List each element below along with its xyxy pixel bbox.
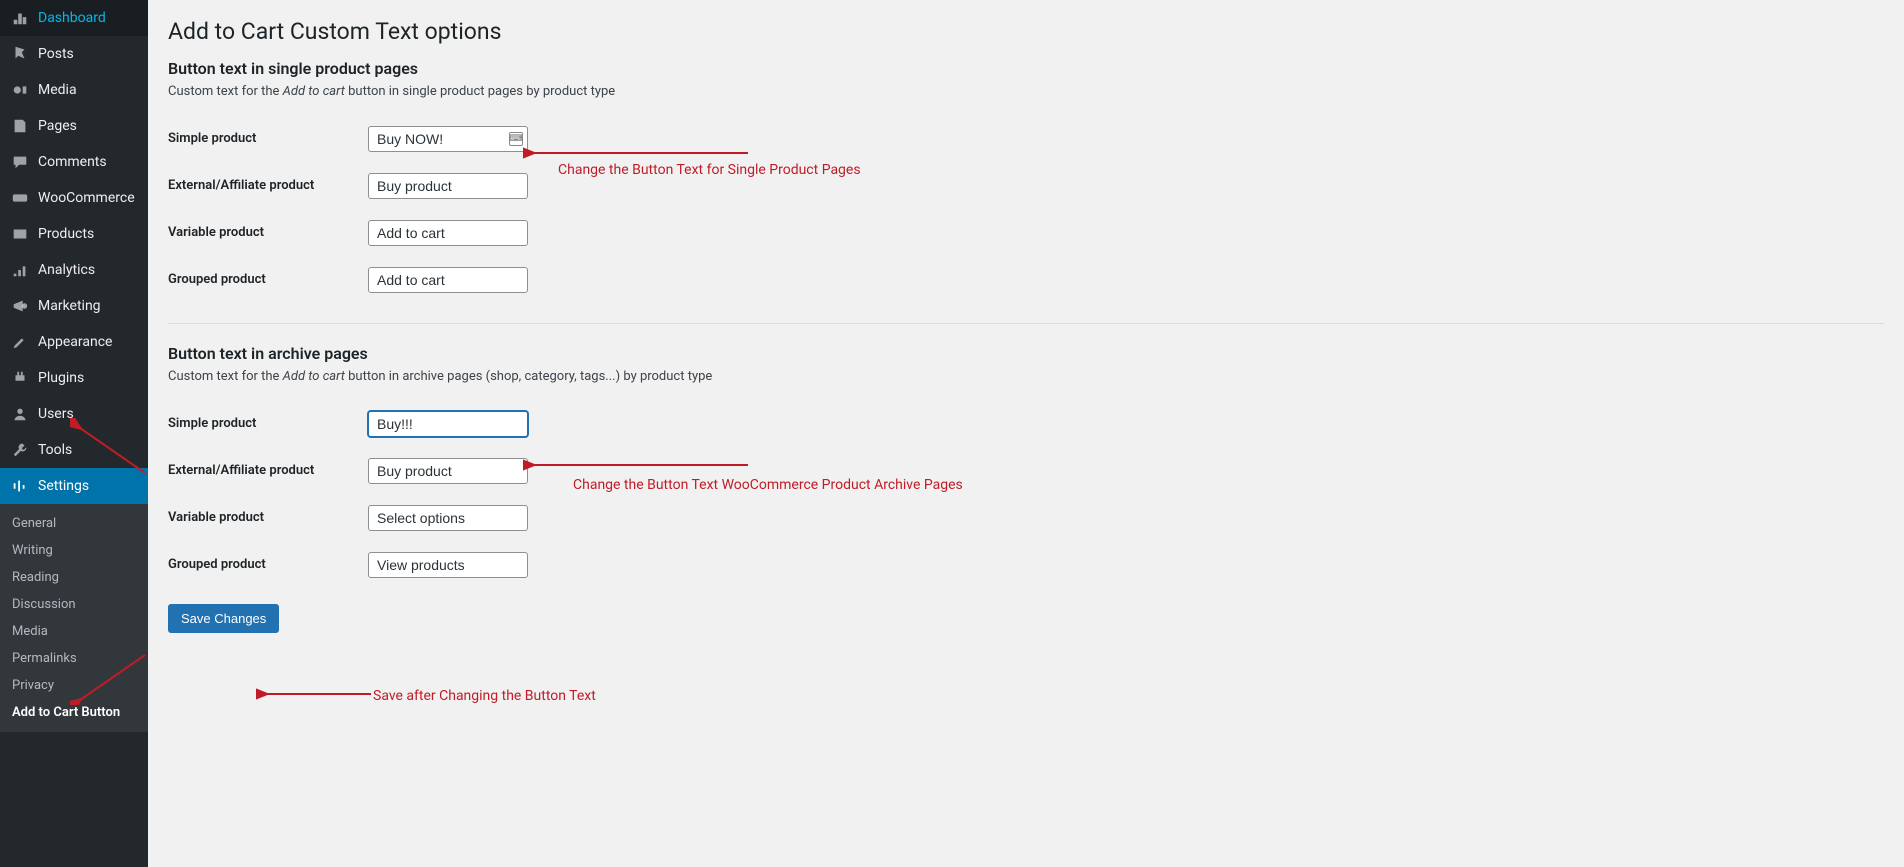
input-archive-variable[interactable] (368, 505, 528, 531)
input-single-simple[interactable] (368, 126, 528, 152)
save-button[interactable]: Save Changes (168, 604, 279, 633)
sidebar-item-pages[interactable]: Pages (0, 108, 148, 144)
menu-label: Posts (38, 46, 74, 62)
plug-icon (10, 368, 30, 388)
menu-label: Marketing (38, 298, 101, 314)
menu-label: Tools (38, 442, 72, 458)
content-area: Add to Cart Custom Text options Button t… (148, 0, 1904, 867)
input-archive-simple[interactable] (368, 411, 528, 437)
menu-label: Products (38, 226, 94, 242)
label-single-grouped: Grouped product (168, 256, 368, 303)
section2-description: Custom text for the Add to cart button i… (168, 369, 1884, 384)
page-title: Add to Cart Custom Text options (168, 18, 1884, 45)
wrench-icon (10, 440, 30, 460)
menu-label: Appearance (38, 334, 112, 350)
submenu-media[interactable]: Media (0, 618, 148, 645)
menu-label: Dashboard (38, 10, 106, 26)
brush-icon (10, 332, 30, 352)
comment-icon (10, 152, 30, 172)
user-icon (10, 404, 30, 424)
annotation-arrow-sidebar-2 (70, 645, 150, 705)
products-icon (10, 224, 30, 244)
annotation-arrow-3 (256, 684, 376, 704)
menu-label: Users (38, 406, 74, 422)
input-single-external[interactable] (368, 173, 528, 199)
menu-label: Comments (38, 154, 107, 170)
settings-icon (10, 476, 30, 496)
annotation-text-1: Change the Button Text for Single Produc… (558, 162, 861, 178)
sidebar-item-analytics[interactable]: Analytics (0, 252, 148, 288)
section1-heading: Button text in single product pages (168, 59, 1884, 78)
sidebar-item-media[interactable]: Media (0, 72, 148, 108)
label-archive-grouped: Grouped product (168, 541, 368, 588)
annotation-text-3: Save after Changing the Button Text (373, 688, 596, 704)
input-single-variable[interactable] (368, 220, 528, 246)
sidebar-item-marketing[interactable]: Marketing (0, 288, 148, 324)
woocommerce-icon (10, 188, 30, 208)
annotation-arrow-1 (523, 143, 753, 163)
input-archive-external[interactable] (368, 458, 528, 484)
sidebar-item-comments[interactable]: Comments (0, 144, 148, 180)
sidebar-item-appearance[interactable]: Appearance (0, 324, 148, 360)
menu-label: Settings (38, 478, 89, 494)
keyboard-icon: ⌨ (509, 132, 523, 146)
section2-heading: Button text in archive pages (168, 344, 1884, 363)
annotation-arrow-2 (523, 455, 753, 475)
page-icon (10, 116, 30, 136)
submenu-writing[interactable]: Writing (0, 537, 148, 564)
label-archive-simple: Simple product (168, 400, 368, 447)
submenu-general[interactable]: General (0, 510, 148, 537)
annotation-arrow-sidebar-1 (70, 418, 150, 478)
sidebar-item-woocommerce[interactable]: WooCommerce (0, 180, 148, 216)
submenu-reading[interactable]: Reading (0, 564, 148, 591)
menu-label: Media (38, 82, 77, 98)
megaphone-icon (10, 296, 30, 316)
sidebar-item-dashboard[interactable]: Dashboard (0, 0, 148, 36)
sidebar-item-products[interactable]: Products (0, 216, 148, 252)
menu-label: Pages (38, 118, 77, 134)
menu-label: Analytics (38, 262, 95, 278)
sidebar-item-plugins[interactable]: Plugins (0, 360, 148, 396)
sidebar-item-posts[interactable]: Posts (0, 36, 148, 72)
menu-label: Plugins (38, 370, 84, 386)
label-archive-variable: Variable product (168, 494, 368, 541)
label-archive-external: External/Affiliate product (168, 447, 368, 494)
label-single-variable: Variable product (168, 209, 368, 256)
menu-label: WooCommerce (38, 190, 135, 206)
submenu-discussion[interactable]: Discussion (0, 591, 148, 618)
annotation-text-2: Change the Button Text WooCommerce Produ… (573, 477, 963, 493)
section-divider (168, 323, 1884, 324)
analytics-icon (10, 260, 30, 280)
label-single-external: External/Affiliate product (168, 162, 368, 209)
pin-icon (10, 44, 30, 64)
label-single-simple: Simple product (168, 115, 368, 162)
input-archive-grouped[interactable] (368, 552, 528, 578)
section1-description: Custom text for the Add to cart button i… (168, 84, 1884, 99)
dashboard-icon (10, 8, 30, 28)
input-single-grouped[interactable] (368, 267, 528, 293)
media-icon (10, 80, 30, 100)
